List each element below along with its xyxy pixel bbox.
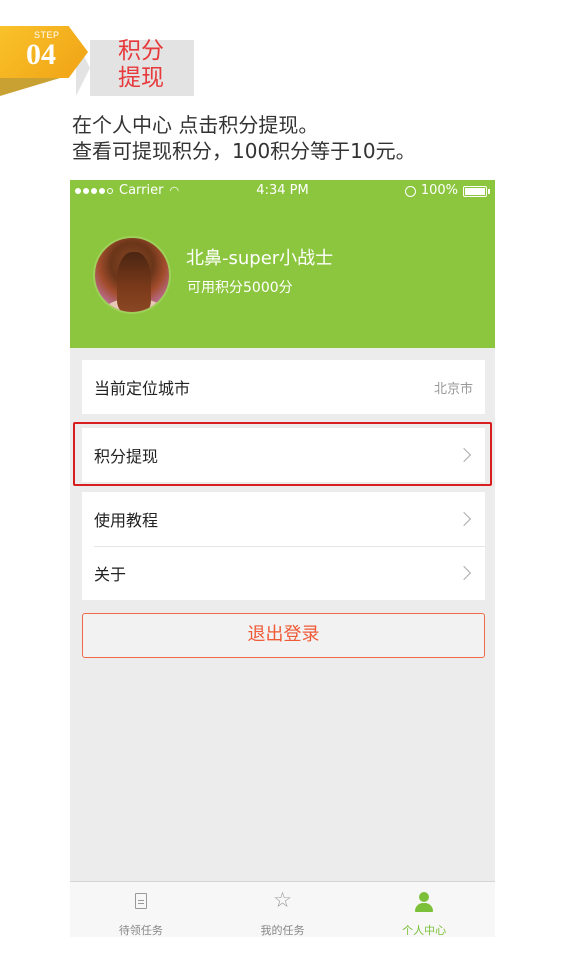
about-label: 关于 bbox=[94, 565, 127, 584]
step-number: 04 bbox=[26, 38, 56, 71]
available-points: 可用积分5000分 bbox=[187, 280, 293, 296]
phone-screen: Carrier ◠ 4:34 PM 100% 北鼻-super小战士 可用积分5… bbox=[70, 180, 495, 937]
chevron-right-icon bbox=[456, 565, 472, 581]
chevron-right-icon bbox=[456, 511, 472, 527]
document-icon bbox=[134, 893, 147, 909]
instructions: 在个人中心 点击积分提现。 查看可提现积分，100积分等于10元。 bbox=[72, 112, 552, 164]
location-card: 当前定位城市 北京市 bbox=[82, 360, 485, 414]
location-label: 当前定位城市 bbox=[94, 379, 191, 398]
info-card: 使用教程 关于 bbox=[82, 492, 485, 600]
step-tag-fold bbox=[0, 78, 60, 96]
star-icon: ☆ bbox=[273, 888, 292, 912]
tab-bar: 待领任务 ☆ 我的任务 个人中心 bbox=[70, 881, 495, 937]
avatar[interactable] bbox=[93, 236, 171, 314]
battery-percent: 100% bbox=[420, 183, 458, 198]
profile-header: Carrier ◠ 4:34 PM 100% 北鼻-super小战士 可用积分5… bbox=[70, 180, 495, 348]
tab-label: 我的任务 bbox=[260, 924, 305, 937]
withdraw-card: 积分提现 bbox=[82, 428, 485, 482]
status-right: 100% bbox=[404, 180, 490, 202]
chevron-right-icon bbox=[456, 447, 472, 463]
tab-label: 待领任务 bbox=[118, 924, 163, 937]
instruction-line-1: 在个人中心 点击积分提现。 bbox=[72, 113, 319, 137]
username: 北鼻-super小战士 bbox=[186, 248, 334, 269]
rotation-lock-icon bbox=[404, 185, 416, 197]
status-bar: Carrier ◠ 4:34 PM 100% bbox=[70, 180, 495, 202]
logout-button[interactable]: 退出登录 bbox=[82, 613, 485, 658]
step-title: 积分 提现 bbox=[118, 38, 194, 92]
tutorial-label: 使用教程 bbox=[94, 511, 159, 530]
location-value: 北京市 bbox=[433, 381, 473, 397]
step-title-line1: 积分 bbox=[118, 38, 164, 64]
battery-icon bbox=[463, 185, 490, 197]
tab-pending-tasks[interactable]: 待领任务 bbox=[70, 882, 212, 937]
tab-profile[interactable]: 个人中心 bbox=[353, 882, 495, 937]
about-row[interactable]: 关于 bbox=[82, 546, 485, 600]
withdraw-points-row[interactable]: 积分提现 bbox=[82, 428, 485, 482]
tab-label: 个人中心 bbox=[402, 924, 447, 937]
tutorial-row[interactable]: 使用教程 bbox=[82, 492, 485, 546]
step-title-line2: 提现 bbox=[118, 65, 164, 91]
location-row[interactable]: 当前定位城市 北京市 bbox=[82, 360, 485, 414]
withdraw-points-label: 积分提现 bbox=[94, 447, 159, 466]
tab-my-tasks[interactable]: ☆ 我的任务 bbox=[212, 882, 354, 937]
instruction-line-2: 查看可提现积分，100积分等于10元。 bbox=[72, 139, 416, 163]
user-icon bbox=[415, 892, 434, 912]
step-badge: STEP 04 积分 提现 bbox=[0, 20, 200, 100]
